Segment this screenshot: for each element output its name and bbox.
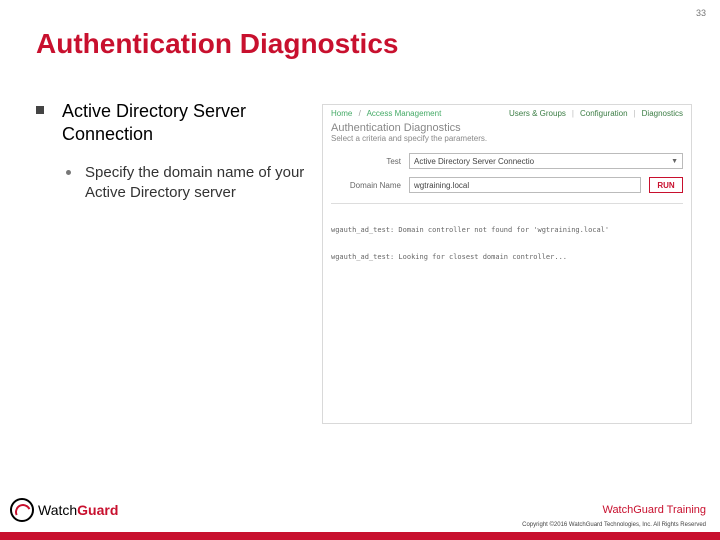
brand-word-right: Guard (77, 502, 118, 518)
domain-label: Domain Name (331, 181, 401, 190)
bullet-level-1: Active Directory Server Connection (36, 100, 306, 145)
breadcrumb-sep-icon: / (359, 109, 361, 118)
bullet-1-text: Active Directory Server Connection (62, 100, 306, 145)
panel-title: Authentication Diagnostics (323, 120, 691, 134)
brand-word-left: Watch (38, 502, 77, 518)
brand-wordmark: WatchGuard (38, 502, 118, 518)
slide-title: Authentication Diagnostics (36, 28, 398, 60)
test-row: Test Active Directory Server Connectio ▼ (323, 149, 691, 173)
footer-training: WatchGuard Training (602, 504, 706, 516)
panel-header: Home / Access Management Users & Groups … (323, 105, 691, 120)
panel-tabs: Users & Groups | Configuration | Diagnos… (509, 109, 683, 118)
test-select[interactable]: Active Directory Server Connectio ▼ (409, 153, 683, 169)
breadcrumb-section[interactable]: Access Management (367, 109, 442, 118)
dot-bullet-icon (66, 170, 71, 175)
bullet-level-2: Specify the domain name of your Active D… (66, 163, 306, 202)
watchguard-logo-icon (10, 498, 34, 522)
page-number: 33 (696, 8, 706, 18)
footer-accent-bar (0, 532, 720, 540)
domain-row: Domain Name wgtraining.local RUN (323, 173, 691, 197)
tab-diagnostics[interactable]: Diagnostics (642, 109, 683, 118)
run-button[interactable]: RUN (649, 177, 683, 193)
tab-sep-icon: | (572, 109, 574, 118)
screenshot-panel: Home / Access Management Users & Groups … (322, 104, 692, 424)
output-line: wgauth_ad_test: Domain controller not fo… (331, 226, 683, 235)
brand-logo: WatchGuard (10, 498, 118, 522)
domain-input[interactable]: wgtraining.local (409, 177, 641, 193)
output-line: wgauth_ad_test: Looking for closest doma… (331, 253, 683, 262)
footer-copyright: Copyright ©2016 WatchGuard Technologies,… (522, 522, 706, 528)
test-select-value: Active Directory Server Connectio (414, 157, 534, 166)
domain-input-value: wgtraining.local (414, 181, 469, 190)
chevron-down-icon: ▼ (671, 158, 678, 165)
panel-subtitle: Select a criteria and specify the parame… (323, 134, 691, 149)
square-bullet-icon (36, 106, 44, 114)
breadcrumb: Home / Access Management (331, 109, 441, 118)
test-label: Test (331, 157, 401, 166)
slide-body: Active Directory Server Connection Speci… (36, 100, 306, 202)
breadcrumb-home[interactable]: Home (331, 109, 352, 118)
tab-sep-icon: | (634, 109, 636, 118)
tab-users-groups[interactable]: Users & Groups (509, 109, 566, 118)
bullet-2-text: Specify the domain name of your Active D… (85, 163, 306, 202)
tab-configuration[interactable]: Configuration (580, 109, 628, 118)
output-log: wgauth_ad_test: Domain controller not fo… (331, 203, 683, 281)
